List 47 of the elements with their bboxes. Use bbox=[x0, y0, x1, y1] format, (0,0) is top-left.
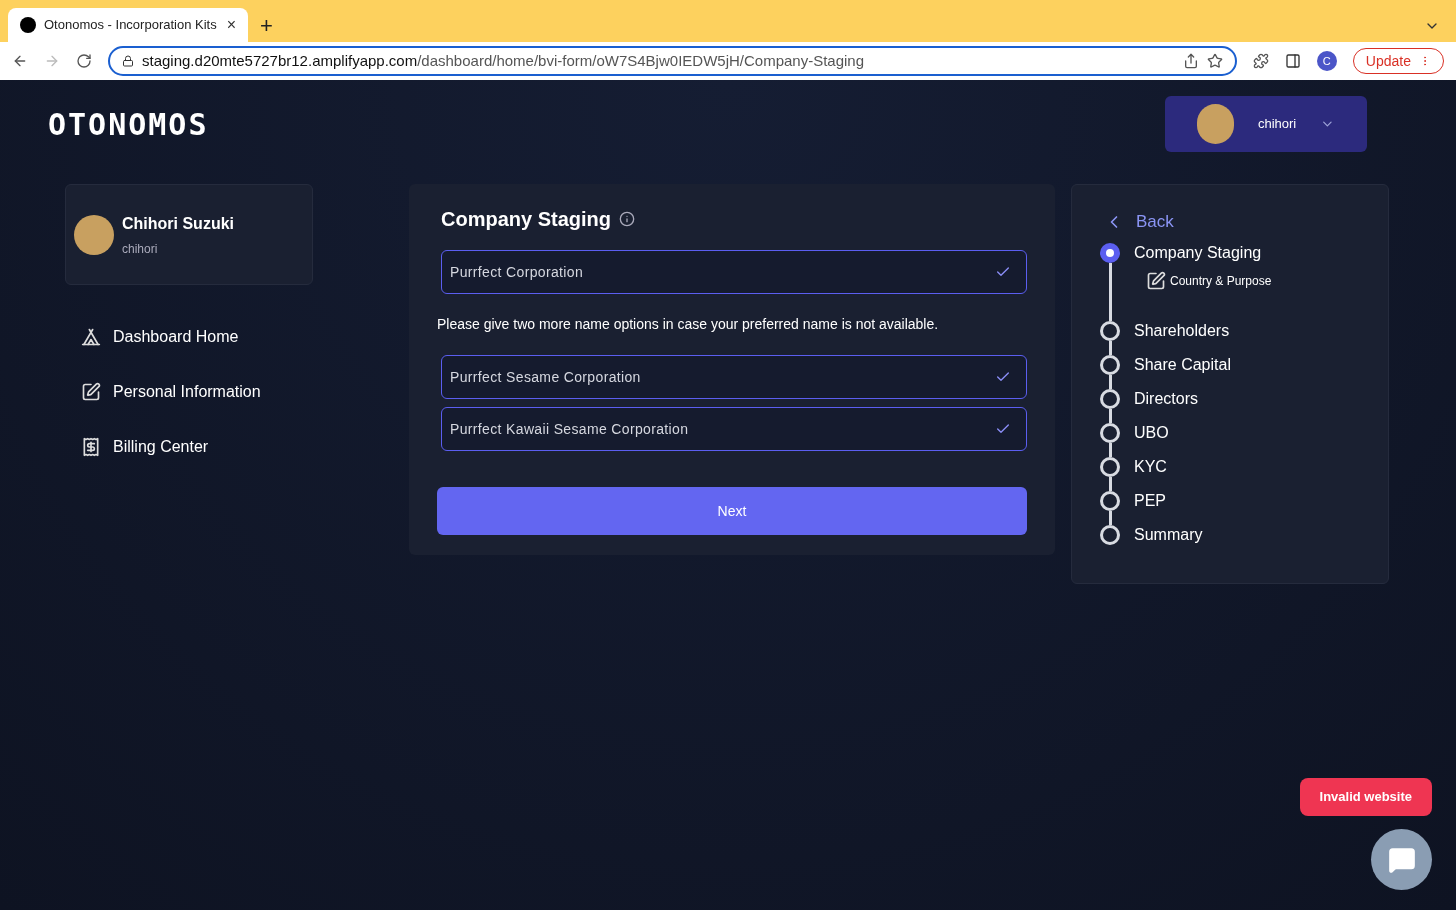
profile-username: chihori bbox=[122, 240, 159, 258]
extensions-icon[interactable] bbox=[1252, 53, 1269, 69]
step-label[interactable]: Company Staging bbox=[1134, 242, 1272, 263]
form-title: Company Staging bbox=[441, 207, 611, 232]
input-field[interactable]: Purrfect Sesame Corporation bbox=[441, 355, 1027, 399]
share-icon[interactable] bbox=[1182, 53, 1199, 69]
back-link[interactable]: Back bbox=[1100, 209, 1360, 235]
profile-avatar[interactable]: C bbox=[1316, 51, 1337, 71]
step-label[interactable]: UBO bbox=[1134, 422, 1169, 443]
chat-bubble-icon bbox=[1387, 845, 1416, 874]
instruction-text: Please give two more name options in case your preferred name is not available. bbox=[437, 315, 940, 334]
bookmark-star-icon[interactable] bbox=[1206, 53, 1223, 69]
chat-button[interactable] bbox=[1371, 829, 1432, 890]
new-tab-button[interactable]: + bbox=[260, 8, 273, 42]
next-button[interactable]: Next bbox=[437, 487, 1027, 535]
input-field[interactable]: Purrfect Kawaii Sesame Corporation bbox=[441, 407, 1027, 451]
browser-tab[interactable]: Otonomos - Incorporation Kits × bbox=[8, 8, 248, 42]
input-field[interactable]: Purrfect Corporation bbox=[441, 250, 1027, 294]
tab-close-button[interactable]: × bbox=[226, 17, 236, 33]
site-icon bbox=[20, 17, 36, 33]
sidebar-item[interactable]: Billing Center bbox=[81, 435, 409, 459]
edit-icon bbox=[1146, 270, 1166, 291]
step-label[interactable]: Shareholders bbox=[1134, 320, 1230, 341]
tent-icon bbox=[81, 327, 101, 347]
receipt-icon bbox=[81, 437, 101, 457]
avatar-photo-placeholder bbox=[1197, 104, 1234, 144]
side-panel-icon[interactable] bbox=[1284, 53, 1301, 69]
profile-name: Chihori Suzuki bbox=[122, 213, 234, 234]
address-bar[interactable]: staging.d20mte5727br12.amplifyapp.com/dashboard/home/bvi-form/oW7S4Bjw0IEDW5jH/Company-Staging bbox=[108, 46, 1237, 76]
sidebar-item[interactable]: Dashboard Home bbox=[81, 325, 409, 349]
substep-label[interactable]: Country & Purpose bbox=[1170, 271, 1272, 290]
step-label[interactable]: Share Capital bbox=[1134, 354, 1231, 375]
sidebar-item[interactable]: Personal Information bbox=[81, 380, 409, 404]
alert-button[interactable]: Invalid website bbox=[1299, 778, 1432, 816]
avatar-photo-placeholder bbox=[74, 214, 114, 255]
edit-icon bbox=[81, 382, 101, 402]
info-icon[interactable] bbox=[619, 211, 635, 227]
logo-text[interactable]: OTONOMOS bbox=[48, 101, 209, 147]
user-menu-button[interactable]: chihori bbox=[1165, 96, 1367, 152]
step-label[interactable]: Summary bbox=[1134, 524, 1203, 545]
step-label[interactable]: KYC bbox=[1134, 456, 1167, 477]
step-label[interactable]: Directors bbox=[1134, 388, 1198, 409]
lock-icon bbox=[122, 55, 134, 67]
reload-icon[interactable] bbox=[76, 53, 92, 69]
tab-title: Otonomos - Incorporation Kits bbox=[44, 16, 218, 35]
step-label[interactable]: PEP bbox=[1134, 490, 1166, 511]
url-text: staging.d20mte5727br12.amplifyapp.com/dashboard/home/bvi-form/oW7S4Bjw0IEDW5jH/Company-Staging bbox=[142, 50, 866, 71]
